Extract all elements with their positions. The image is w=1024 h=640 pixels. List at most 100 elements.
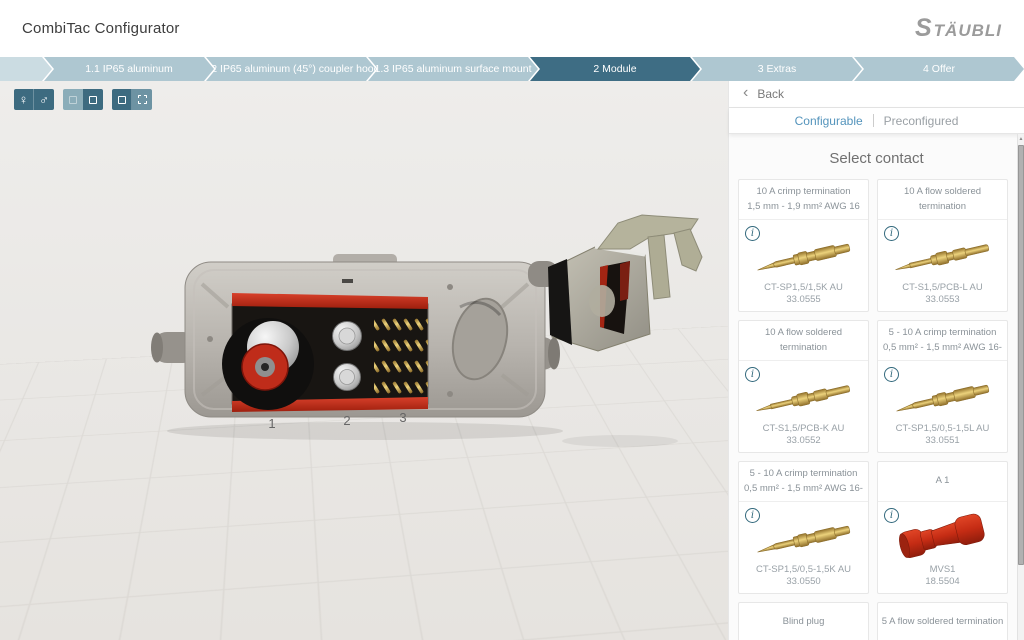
male-icon: ♂ [39,92,49,107]
card-title-line2: 1,5 mm - 1,9 mm² AWG 16 [741,201,866,213]
product-number: 33.0553 [925,294,959,306]
info-button[interactable]: i [745,226,760,241]
square-outline-icon [89,96,97,104]
module-slot-3[interactable] [374,311,428,401]
tab-configurable[interactable]: Configurable [795,114,863,128]
card-title-line1: 5 - 10 A crimp termination [741,468,866,480]
stepper-start-chevron [0,57,52,81]
card-title: 5 - 10 A crimp termination 0,5 mm² - 1,5… [878,321,1007,361]
info-button[interactable]: i [745,367,760,382]
info-button[interactable]: i [745,508,760,523]
configurator-stepper: 1.1 IP65 aluminum 1.2 IP65 aluminum (45°… [0,57,1024,81]
chevron-left-icon: ‹ [743,85,748,101]
slot-2-label: 2 [343,413,350,428]
step-2-module[interactable]: 2 Module [530,57,700,81]
product-image-gold-crimp-pin [752,234,856,280]
view-mode-solid-button[interactable] [63,89,83,110]
3d-model: 1 2 3 [150,209,720,459]
product-number: 33.0555 [786,294,820,306]
page-title: CombiTac Configurator [22,20,180,37]
step-1-2-coupler-hood[interactable]: 1.2 IP65 aluminum (45°) coupler hood [206,57,376,81]
contact-card-ct-sp15-15k[interactable]: 10 A crimp termination 1,5 mm - 1,9 mm² … [738,179,869,312]
card-title-line1: Blind plug [741,616,866,628]
contact-card-mvs1[interactable]: A 1 i [877,461,1008,594]
card-title: Blind plug [739,603,868,640]
step-4-offer[interactable]: 4 Offer [854,57,1024,81]
gender-toggle-group: ♀ ♂ [14,89,54,110]
card-title-line2: termination [880,201,1005,213]
staubli-logo: S TÄUBLI [915,14,1002,43]
female-icon: ♀ [19,92,29,107]
panel-tabs: Configurable Preconfigured [729,108,1024,134]
tab-divider [873,114,874,127]
display-exploded-button[interactable] [132,89,152,110]
product-number: 33.0552 [786,435,820,447]
card-title-line1: 5 - 10 A crimp termination [880,327,1005,339]
card-body: i MVS1 18.5504 [878,502,1007,594]
content-row: ♀ ♂ [0,81,1024,640]
model-shadow [167,422,563,440]
info-button[interactable]: i [884,367,899,382]
female-contacts-button[interactable]: ♀ [14,89,34,110]
staubli-logo-text: TÄUBLI [934,21,1002,41]
back-label: Back [757,87,784,101]
back-button[interactable]: ‹ Back [729,81,1024,108]
3d-viewport[interactable]: ♀ ♂ [0,81,728,640]
step-3-extras[interactable]: 3 Extras [692,57,862,81]
product-image-gold-pcb-pin [891,234,995,280]
scrollbar-thumb[interactable] [1018,145,1024,565]
app-header: CombiTac Configurator S TÄUBLI [0,0,1024,57]
card-title: 10 A flow soldered termination [878,180,1007,220]
viewer-toolbar: ♀ ♂ [14,89,152,110]
contact-card-ct-s15-pcb-k[interactable]: 10 A flow soldered termination i [738,320,869,453]
card-title: A 1 [878,462,1007,502]
card-title-line1: 10 A flow soldered [880,186,1005,198]
contact-card-blind-plug[interactable]: Blind plug [738,602,869,640]
coupler-hood[interactable] [528,215,702,351]
info-button[interactable]: i [884,226,899,241]
male-contacts-button[interactable]: ♂ [34,89,54,110]
square-faint-icon [69,96,77,104]
card-title: 10 A crimp termination 1,5 mm - 1,9 mm² … [739,180,868,220]
card-title-line2: 0,5 mm² - 1,5 mm² AWG 16- [741,483,866,495]
contact-card-ct-s15-pcb-l[interactable]: 10 A flow soldered termination i [877,179,1008,312]
slot-3-label: 3 [399,410,406,425]
contact-card-grid: 10 A crimp termination 1,5 mm - 1,9 mm² … [729,179,1024,640]
step-1-1-ip65-aluminum[interactable]: 1.1 IP65 aluminum [44,57,214,81]
info-button[interactable]: i [884,508,899,523]
product-image-red-carrier [891,508,995,564]
step-1-3-surface-mount[interactable]: 1.3 IP65 aluminum surface mount [368,57,538,81]
staubli-logo-letter: S [915,14,933,43]
card-title-line2: 0,5 mm² - 1,5 mm² AWG 16- [880,342,1005,354]
model-svg: 1 2 3 [150,209,720,459]
configuration-panel: ‹ Back Configurable Preconfigured Select… [728,81,1024,640]
card-title: 10 A flow soldered termination [739,321,868,361]
contact-card-ct-sp15-05-15l[interactable]: 5 - 10 A crimp termination 0,5 mm² - 1,5… [877,320,1008,453]
card-title-line1: 5 A flow soldered termination [880,616,1005,628]
contact-card-ct-sp15-05-15k[interactable]: 5 - 10 A crimp termination 0,5 mm² - 1,5… [738,461,869,594]
view-mode-outline-button[interactable] [83,89,103,110]
contact-list-scroll-area[interactable]: Select contact 10 A crimp termination 1,… [729,134,1024,640]
display-front-button[interactable] [112,89,132,110]
contact-card-5a-flow-soldered[interactable]: 5 A flow soldered termination [877,602,1008,640]
product-image-gold-crimp-pin [891,375,995,421]
view-mode-toggle-group [63,89,103,110]
module-slot-1[interactable] [222,318,314,410]
product-number: 33.0551 [925,435,959,447]
product-name: CT-S1,5/PCB-L AU [902,282,982,294]
product-number: 18.5504 [925,576,959,588]
panel-scrollbar[interactable]: ▲ [1017,134,1024,640]
square-outline-icon [118,96,126,104]
product-image-gold-crimp-pin [752,516,856,562]
product-image-gold-pcb-pin [752,375,856,421]
tab-preconfigured[interactable]: Preconfigured [884,114,959,128]
product-name: CT-SP1,5/0,5-1,5K AU [756,564,851,576]
product-name: CT-SP1,5/1,5K AU [764,282,843,294]
card-title-line2: termination [741,342,866,354]
card-title: 5 - 10 A crimp termination 0,5 mm² - 1,5… [739,462,868,502]
product-name: CT-S1,5/PCB-K AU [763,423,845,435]
scroll-up-button[interactable]: ▲ [1018,134,1024,144]
product-name: CT-SP1,5/0,5-1,5L AU [896,423,990,435]
card-body: i CT-S1,5/PCB [739,361,868,453]
hood-shadow [562,435,678,447]
